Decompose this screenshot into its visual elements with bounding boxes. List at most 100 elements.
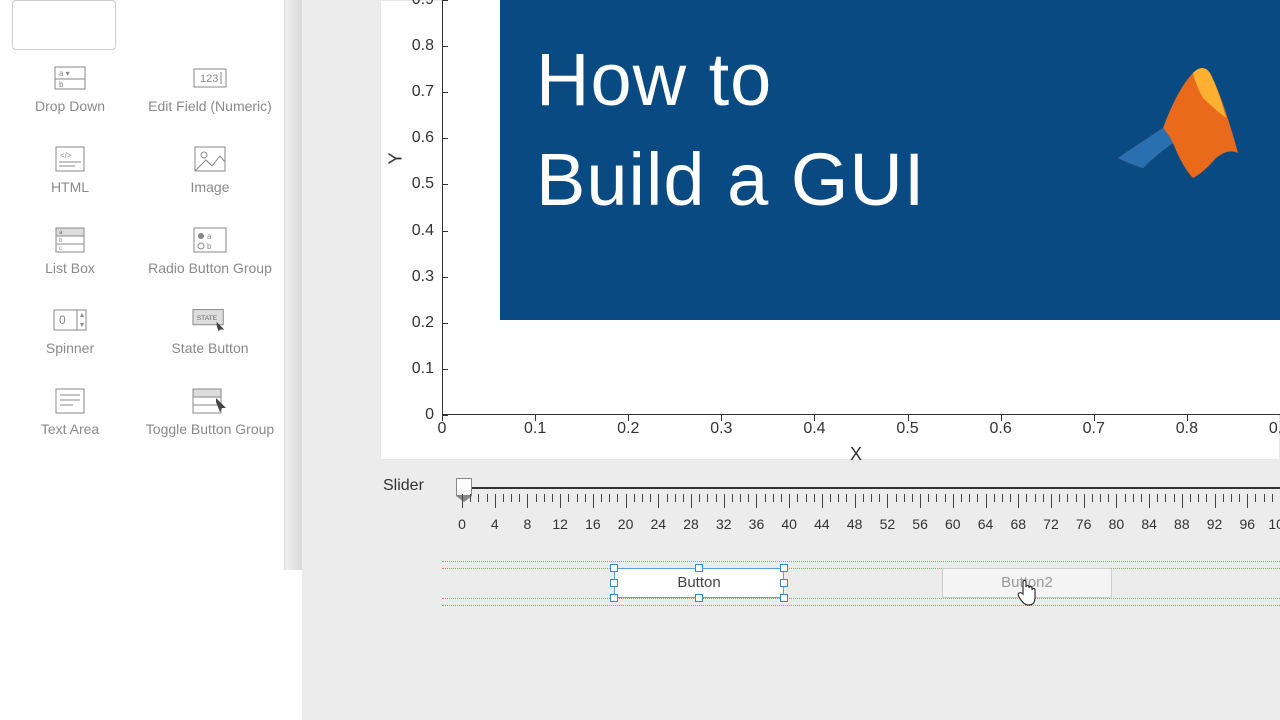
- ruler-tick: [1067, 494, 1068, 502]
- ruler-tick: [928, 494, 929, 502]
- x-tick: [1094, 415, 1095, 421]
- ruler-tick: [838, 494, 839, 502]
- ruler-label: 32: [716, 516, 732, 532]
- selection-handle[interactable]: [610, 579, 618, 587]
- x-tick-label: 0.6: [990, 420, 1012, 438]
- selection-handle[interactable]: [695, 564, 703, 572]
- palette-item-statebutton[interactable]: STATE State Button: [140, 306, 280, 357]
- ruler-tick: [936, 494, 937, 502]
- palette-item-spinner[interactable]: 0 Spinner: [0, 306, 140, 357]
- ruler-tick: [560, 494, 561, 508]
- ruler-tick: [634, 494, 635, 502]
- ruler-tick: [806, 494, 807, 502]
- y-tick: [442, 323, 448, 324]
- ruler-tick: [904, 494, 905, 502]
- x-tick-label: 0.9: [1269, 420, 1280, 438]
- ruler-tick: [593, 494, 594, 508]
- palette-label: Toggle Button Group: [140, 421, 280, 438]
- ruler-tick: [830, 494, 831, 502]
- y-tick-label: 0.1: [412, 360, 434, 378]
- ruler-label: 28: [683, 516, 699, 532]
- selection-handle[interactable]: [610, 564, 618, 572]
- ruler-tick: [683, 494, 684, 502]
- ruler-tick: [1141, 494, 1142, 502]
- ruler-label: 100: [1268, 516, 1280, 532]
- ruler-tick: [994, 494, 995, 502]
- component-palette: a ▾b Drop Down 123 Edit Field (Numeric) …: [0, 64, 280, 468]
- palette-item-togglegroup[interactable]: Toggle Button Group: [140, 387, 280, 438]
- selection-handle[interactable]: [610, 594, 618, 602]
- palette-item-html[interactable]: </> HTML: [0, 145, 140, 196]
- ruler-label: 96: [1239, 516, 1255, 532]
- ruler-tick: [667, 494, 668, 502]
- slider-track[interactable]: [462, 487, 1280, 489]
- ruler-label: 44: [814, 516, 830, 532]
- palette-item-textarea[interactable]: Text Area: [0, 387, 140, 438]
- x-tick: [1001, 415, 1002, 421]
- statebutton-icon: STATE: [192, 306, 228, 334]
- palette-label: Drop Down: [0, 98, 140, 115]
- ruler-tick: [1010, 494, 1011, 502]
- ruler-tick: [961, 494, 962, 502]
- alignment-guide: [442, 598, 1280, 599]
- selection-handle[interactable]: [780, 594, 788, 602]
- ruler-tick: [912, 494, 913, 502]
- ruler-tick: [568, 494, 569, 502]
- ruler-tick: [675, 494, 676, 502]
- ruler-label: 40: [781, 516, 797, 532]
- ruler-tick: [577, 494, 578, 502]
- palette-item-radiogroup[interactable]: ab Radio Button Group: [140, 226, 280, 277]
- palette-item-image[interactable]: Image: [140, 145, 280, 196]
- ruler-tick: [1116, 494, 1117, 508]
- ruler-tick: [519, 494, 520, 502]
- x-tick-label: 0.5: [896, 420, 918, 438]
- ruler-tick: [1051, 494, 1052, 508]
- ruler-tick: [1059, 494, 1060, 502]
- ruler-tick: [871, 494, 872, 502]
- palette-item-editfield-numeric[interactable]: 123 Edit Field (Numeric): [140, 64, 280, 115]
- palette-item-dropdown[interactable]: a ▾b Drop Down: [0, 64, 140, 115]
- svg-text:b: b: [59, 80, 64, 89]
- x-tick-label: 0.1: [524, 420, 546, 438]
- ruler-label: 8: [524, 516, 532, 532]
- y-tick-label: 0.6: [412, 129, 434, 147]
- ruler-tick: [945, 494, 946, 502]
- selection-handle[interactable]: [780, 564, 788, 572]
- ruler-tick: [585, 494, 586, 502]
- component-library-panel: a ▾b Drop Down 123 Edit Field (Numeric) …: [0, 0, 300, 720]
- slider-ruler: 0481216202428323640444852566064687276808…: [462, 494, 1280, 514]
- ruler-tick: [658, 494, 659, 508]
- y-axis-label: Y: [386, 152, 407, 164]
- palette-scrollbar[interactable]: [284, 0, 302, 570]
- ruler-tick: [1043, 494, 1044, 502]
- ruler-tick: [716, 494, 717, 502]
- ruler-label: 92: [1207, 516, 1223, 532]
- selection-handle[interactable]: [695, 594, 703, 602]
- alignment-guide: [442, 605, 1280, 606]
- palette-item-listbox[interactable]: abc List Box: [0, 226, 140, 277]
- ruler-tick: [822, 494, 823, 508]
- y-tick-label: 0.3: [412, 268, 434, 286]
- ruler-tick: [748, 494, 749, 502]
- ruler-label: 4: [491, 516, 499, 532]
- canvas-button2[interactable]: Button2: [942, 568, 1112, 598]
- alignment-guide: [442, 568, 1280, 569]
- y-tick-label: 0.2: [412, 314, 434, 332]
- ruler-label: 80: [1109, 516, 1125, 532]
- ruler-tick: [478, 494, 479, 502]
- ruler-tick: [470, 494, 471, 502]
- x-tick: [535, 415, 536, 421]
- selection-handle[interactable]: [780, 579, 788, 587]
- ruler-tick: [781, 494, 782, 502]
- ruler-label: 72: [1043, 516, 1059, 532]
- x-tick-label: 0.4: [803, 420, 825, 438]
- ruler-tick: [724, 494, 725, 508]
- palette-label: Text Area: [0, 421, 140, 438]
- svg-text:0: 0: [59, 313, 66, 327]
- y-tick-label: 0.5: [412, 175, 434, 193]
- ruler-tick: [1002, 494, 1003, 502]
- palette-label: List Box: [0, 260, 140, 277]
- ruler-label: 36: [749, 516, 765, 532]
- ruler-tick: [879, 494, 880, 502]
- ruler-tick: [953, 494, 954, 508]
